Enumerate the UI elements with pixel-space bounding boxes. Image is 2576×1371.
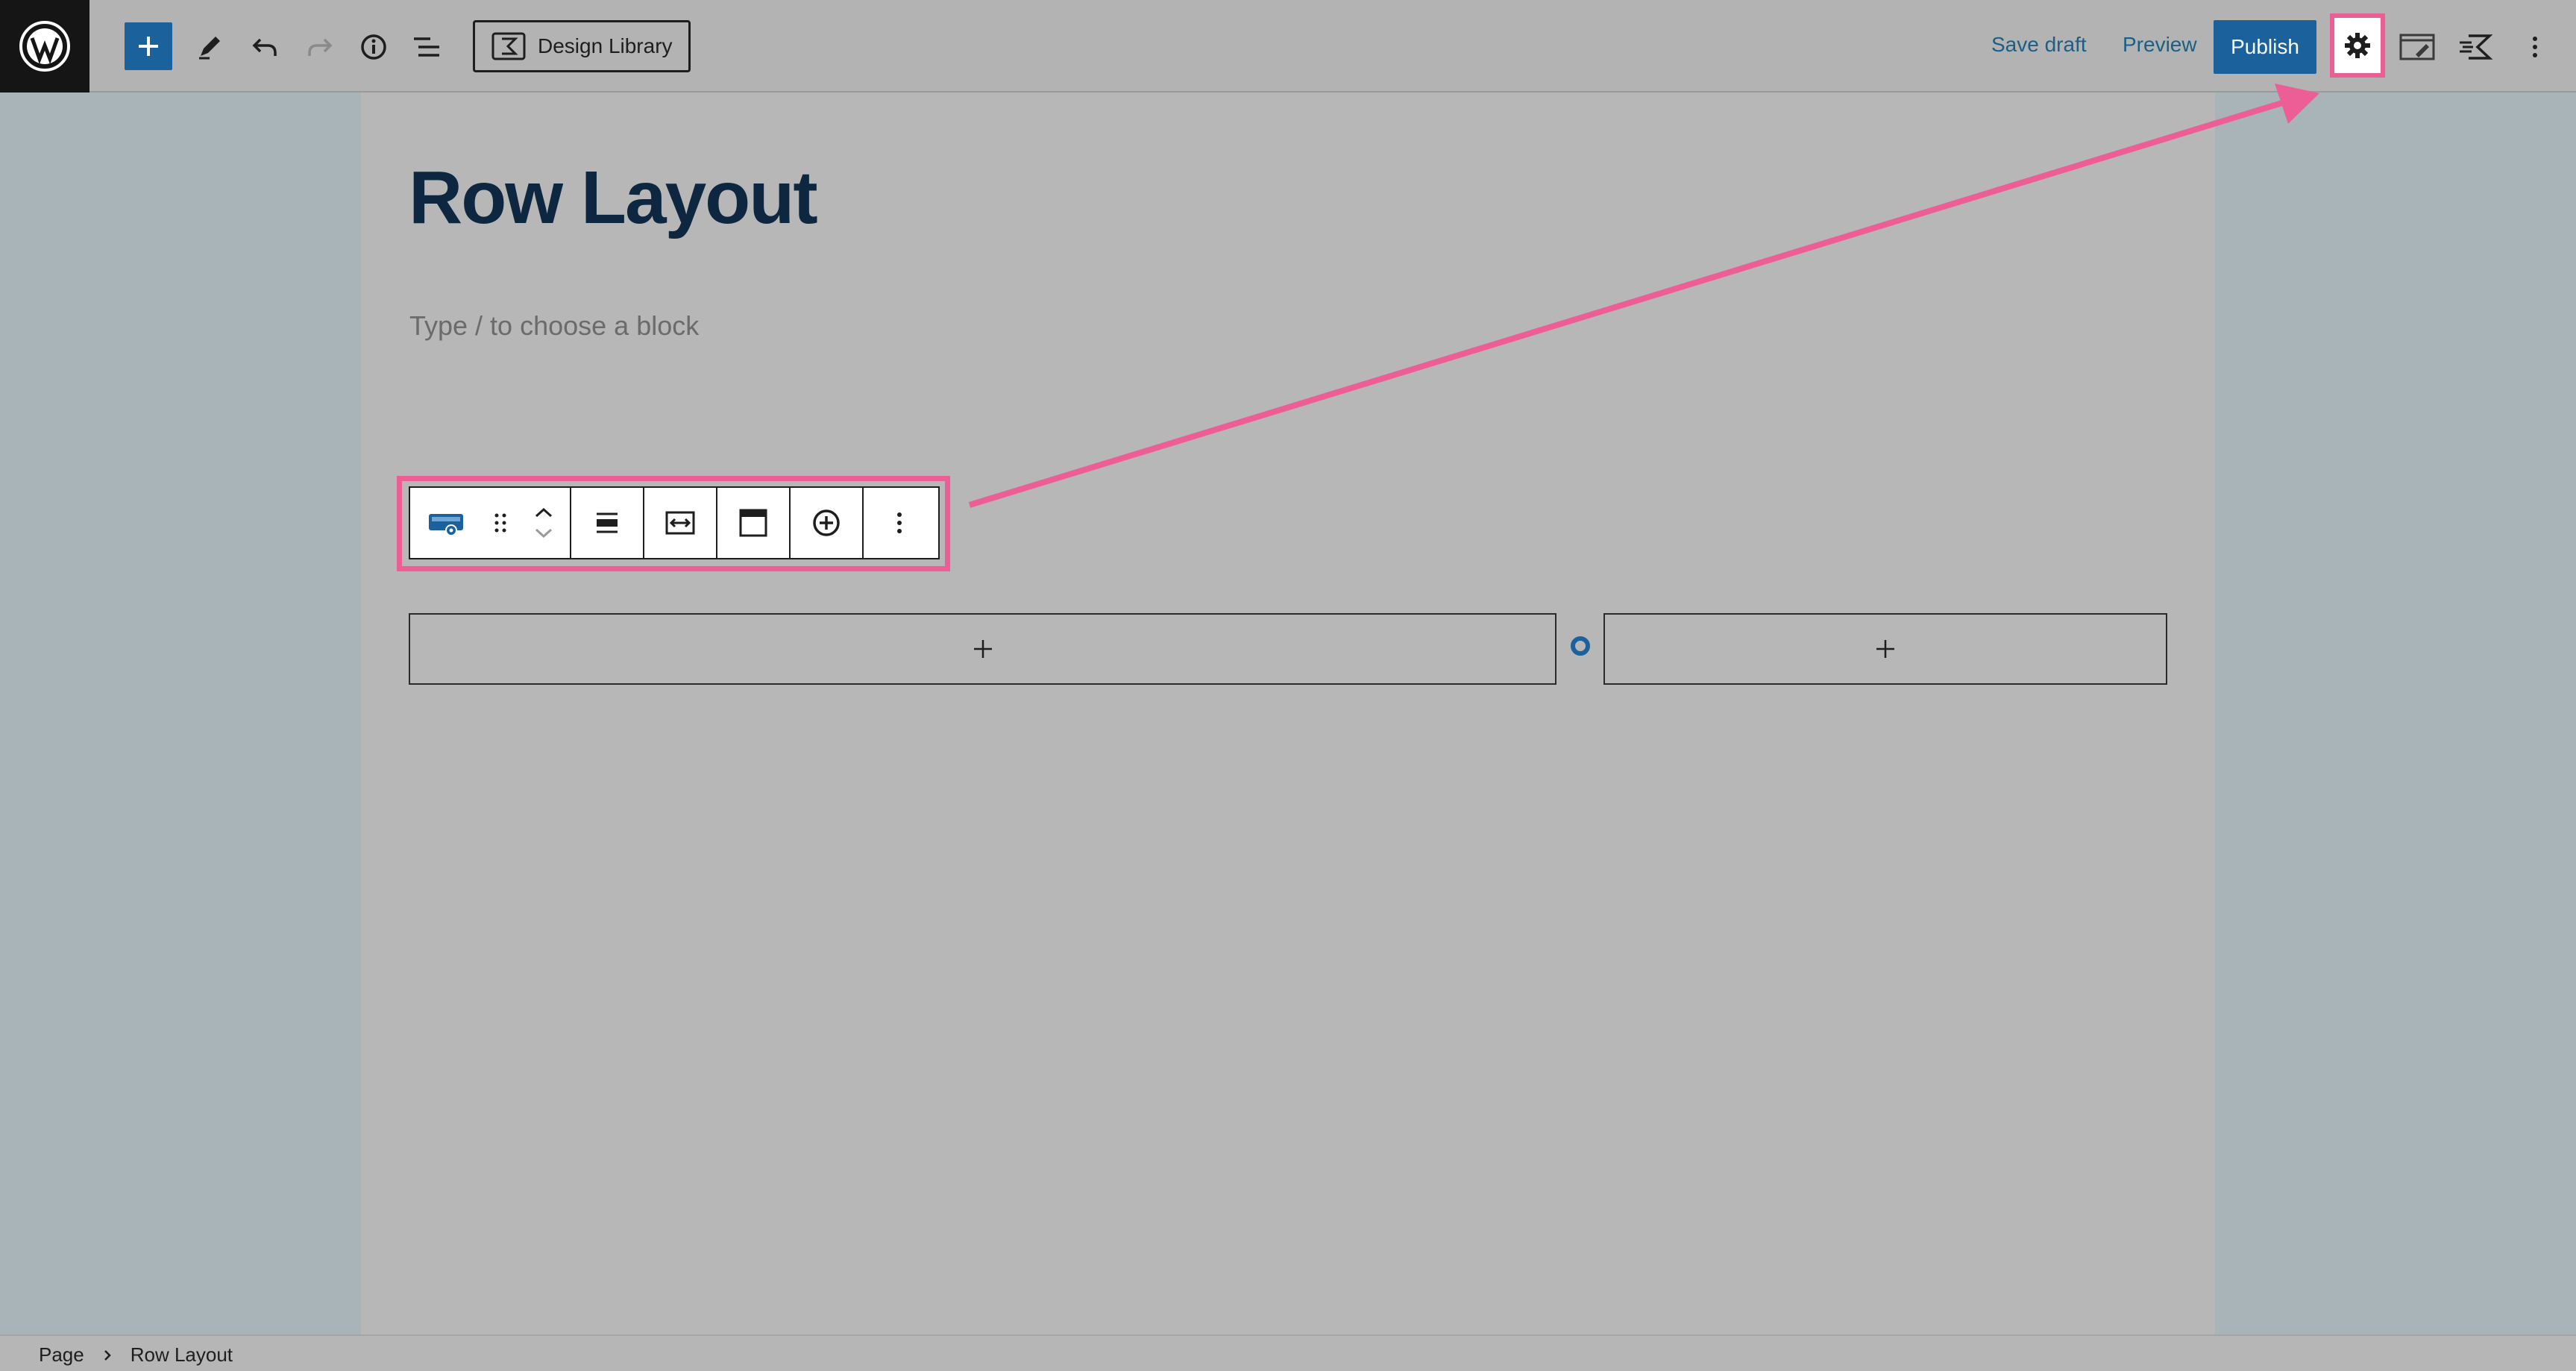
undo-icon <box>252 38 277 56</box>
more-vertical-icon <box>2533 37 2537 57</box>
full-width-button[interactable] <box>644 488 716 558</box>
block-toolbar-group-add <box>791 488 864 558</box>
block-toolbar-group-header <box>717 488 791 558</box>
redo-icon <box>308 38 333 56</box>
add-section-button[interactable] <box>791 488 862 558</box>
plus-icon <box>139 37 158 56</box>
block-toolbar-group-align <box>571 488 644 558</box>
breadcrumb-item-row-layout[interactable]: Row Layout <box>131 1343 233 1367</box>
drag-handle[interactable] <box>482 488 519 558</box>
align-icon <box>597 512 618 533</box>
design-library-button[interactable]: Design Library <box>473 20 691 72</box>
pencil-icon <box>199 37 220 60</box>
redo-button[interactable] <box>295 22 345 72</box>
editor-canvas <box>361 92 2215 1334</box>
list-view-button[interactable] <box>403 22 452 72</box>
gear-icon <box>2345 33 2370 58</box>
kadence-controls-button[interactable] <box>2451 22 2500 72</box>
move-buttons <box>519 488 568 558</box>
column-1-appender[interactable] <box>409 613 1556 685</box>
wordpress-logo-icon[interactable] <box>0 0 89 92</box>
kadence-icon <box>2460 34 2493 60</box>
block-toolbar-group-more <box>864 488 935 558</box>
plus-icon <box>973 640 992 658</box>
more-vertical-icon <box>897 512 902 533</box>
options-button[interactable] <box>2510 22 2560 72</box>
editor-footer: Page Row Layout <box>0 1334 2576 1371</box>
row-layout-icon <box>429 514 463 536</box>
settings-button[interactable] <box>2330 13 2385 78</box>
drag-handle-icon <box>494 513 506 533</box>
list-view-icon <box>414 37 439 57</box>
block-header-icon <box>739 509 767 537</box>
editor-header: Design Library Save draft Preview Publis… <box>0 0 2576 92</box>
block-toolbar-group-parent <box>410 488 571 558</box>
save-draft-button[interactable]: Save draft <box>1991 33 2087 57</box>
info-icon <box>361 34 386 60</box>
breadcrumb-item-page[interactable]: Page <box>39 1343 84 1367</box>
kadence-icon <box>491 32 526 60</box>
preview-button[interactable]: Preview <box>2123 33 2197 57</box>
publish-button[interactable]: Publish <box>2214 20 2316 74</box>
add-circle-icon <box>813 509 840 536</box>
block-header-button[interactable] <box>717 488 789 558</box>
undo-button[interactable] <box>240 22 289 72</box>
chevron-right-icon <box>104 1349 111 1361</box>
add-block-button[interactable] <box>125 22 172 70</box>
design-library-label: Design Library <box>538 34 673 57</box>
page-title[interactable]: Row Layout <box>409 160 818 235</box>
details-button[interactable] <box>349 22 398 72</box>
chevron-up-icon[interactable] <box>534 507 553 518</box>
column-resize-handle[interactable] <box>1571 636 1590 656</box>
breadcrumb: Page Row Layout <box>39 1343 233 1367</box>
sidebar-toggle-button[interactable] <box>2393 22 2442 72</box>
block-options-button[interactable] <box>864 488 935 558</box>
sidebar-panel-icon <box>2399 34 2435 60</box>
tools-button[interactable] <box>185 22 234 72</box>
block-toolbar <box>409 486 940 559</box>
full-width-icon <box>665 511 695 535</box>
column-2-appender[interactable] <box>1603 613 2167 685</box>
chevron-down-icon[interactable] <box>534 528 553 539</box>
align-button[interactable] <box>571 488 643 558</box>
plus-icon <box>1876 640 1894 658</box>
block-toolbar-group-width <box>644 488 717 558</box>
block-type-button[interactable] <box>410 488 482 558</box>
block-appender-placeholder[interactable]: Type / to choose a block <box>409 310 699 342</box>
